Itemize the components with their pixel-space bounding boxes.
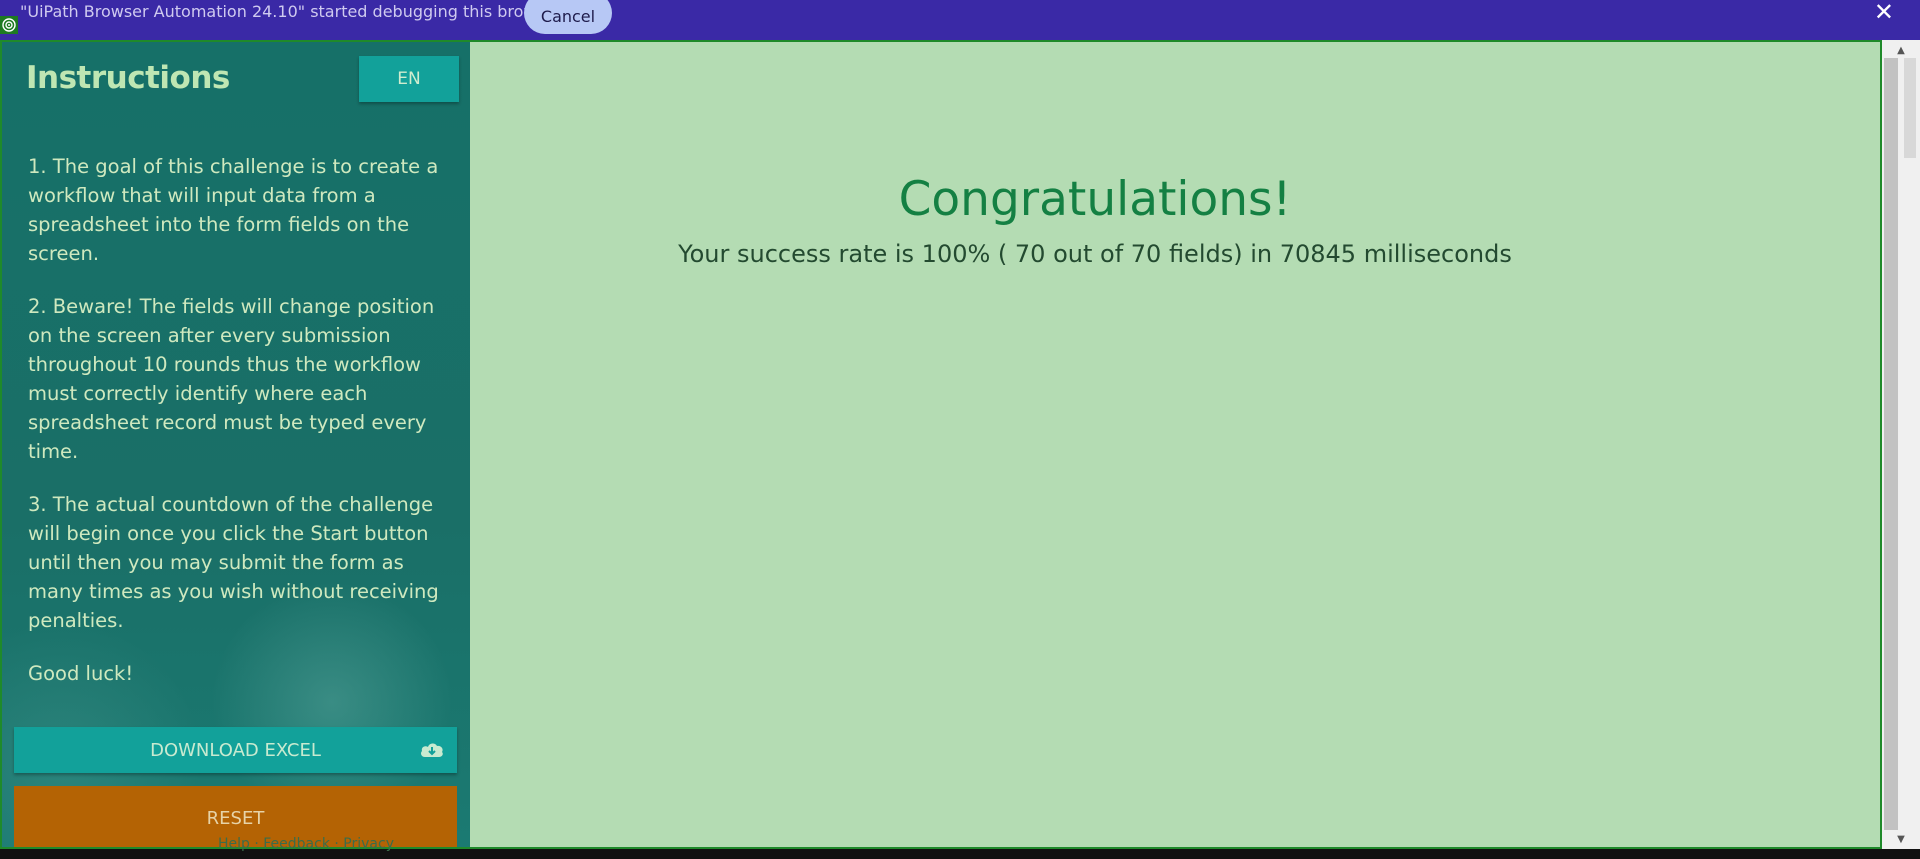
language-button[interactable]: EN	[359, 56, 459, 102]
page-frame: Instructions EN 1. The goal of this chal…	[0, 40, 1882, 849]
close-icon[interactable]: ✕	[1874, 0, 1894, 24]
instructions-sidebar: Instructions EN 1. The goal of this chal…	[2, 42, 470, 847]
good-luck-text: Good luck!	[28, 662, 134, 685]
instruction-paragraph: 1. The goal of this challenge is to crea…	[28, 155, 439, 265]
scrollbar-track-secondary	[1904, 58, 1916, 158]
instructions-body: 1. The goal of this challenge is to crea…	[28, 152, 448, 712]
success-rate-message: Your success rate is 100% ( 70 out of 70…	[678, 240, 1512, 268]
main-content: Congratulations! Your success rate is 10…	[470, 42, 1880, 847]
download-excel-label: DOWNLOAD EXCEL	[150, 739, 321, 761]
scrollbar-thumb[interactable]	[1884, 58, 1898, 830]
instructions-title: Instructions	[26, 60, 230, 96]
vertical-scrollbar[interactable]: ▲ ▼	[1882, 40, 1920, 849]
instruction-paragraph: 3. The actual countdown of the challenge…	[28, 493, 439, 632]
debug-message: "UiPath Browser Automation 24.10" starte…	[20, 2, 562, 21]
uipath-target-icon	[0, 16, 18, 34]
cancel-button[interactable]: Cancel	[524, 0, 612, 34]
scroll-up-arrow-icon[interactable]: ▲	[1882, 42, 1920, 58]
footer-links: Help · Feedback · Privacy	[218, 836, 394, 852]
cloud-download-icon	[421, 743, 443, 757]
scroll-down-arrow-icon[interactable]: ▼	[1882, 831, 1920, 847]
instruction-paragraph: 2. Beware! The fields will change positi…	[28, 295, 435, 463]
congratulations-heading: Congratulations!	[898, 172, 1292, 227]
download-excel-button[interactable]: DOWNLOAD EXCEL	[14, 727, 457, 773]
debug-bar: "UiPath Browser Automation 24.10" starte…	[0, 0, 1920, 40]
